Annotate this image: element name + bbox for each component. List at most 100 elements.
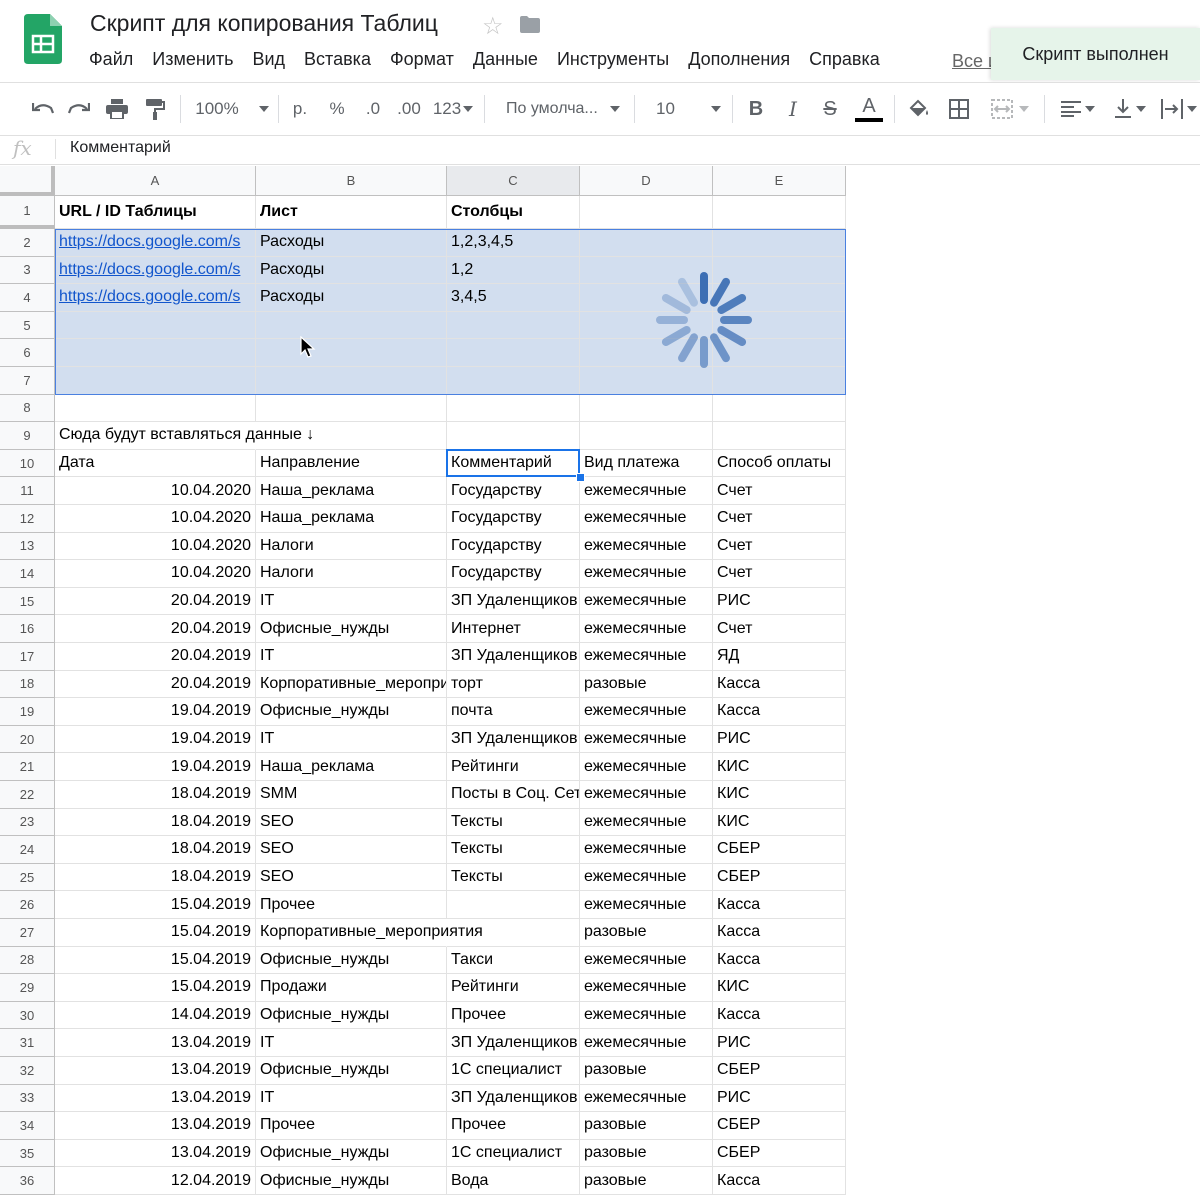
row-header[interactable]: 11 (0, 477, 55, 505)
currency-format-button[interactable]: р. (288, 83, 312, 135)
row-header[interactable]: 9 (0, 422, 55, 450)
row-header[interactable]: 36 (0, 1167, 55, 1195)
cell-d9[interactable] (580, 422, 713, 450)
cell-a13[interactable]: 10.04.2020 (55, 532, 256, 561)
cell-e16[interactable]: Счет (713, 615, 846, 643)
row-header[interactable]: 17 (0, 643, 55, 671)
cell-d1[interactable] (580, 196, 713, 229)
cell-b32[interactable]: Офисные_нужды (256, 1057, 447, 1085)
cell-a26[interactable]: 15.04.2019 (55, 891, 256, 919)
cell-a30[interactable]: 14.04.2019 (55, 1001, 256, 1030)
cell-e25[interactable]: СБЕР (713, 863, 846, 892)
cell-d29[interactable]: ежемесячные (580, 974, 713, 1002)
cell-c24[interactable]: Тексты (447, 836, 580, 864)
row-header[interactable]: 15 (0, 587, 55, 616)
cell-c19[interactable]: почта (447, 698, 580, 726)
strikethrough-button[interactable]: S (818, 83, 842, 135)
cell-e33[interactable]: РИС (713, 1084, 846, 1113)
cell-c21[interactable]: Рейтинги (447, 753, 580, 781)
font-size-select[interactable]: 10 (644, 83, 724, 135)
cell-b16[interactable]: Офисные_нужды (256, 615, 447, 643)
cell-e9[interactable] (713, 422, 846, 450)
row-header[interactable]: 16 (0, 615, 55, 643)
cell-a9[interactable]: Сюда будут вставляться данные ↓ (55, 422, 314, 450)
row-header[interactable]: 8 (0, 394, 55, 423)
column-header-d[interactable]: D (580, 166, 713, 196)
cell-e22[interactable]: КИС (713, 781, 846, 809)
row-header[interactable]: 35 (0, 1139, 55, 1168)
cell-d28[interactable]: ежемесячные (580, 946, 713, 975)
cell-b7[interactable] (256, 367, 447, 395)
vertical-align-icon[interactable] (1108, 83, 1152, 135)
cell-d19[interactable]: ежемесячные (580, 698, 713, 726)
cell-a6[interactable] (55, 339, 256, 367)
cell-a21[interactable]: 19.04.2019 (55, 753, 256, 781)
cell-b34[interactable]: Прочее (256, 1112, 447, 1140)
cell-c17[interactable]: ЗП Удаленщиков (447, 643, 580, 671)
cell-b10[interactable]: Направление (256, 449, 447, 478)
cell-c32[interactable]: 1С специалист (447, 1057, 580, 1085)
cell-a2[interactable]: https://docs.google.com/s (55, 229, 256, 257)
merge-cells-icon[interactable] (984, 83, 1036, 135)
cell-c16[interactable]: Интернет (447, 615, 580, 643)
cell-c36[interactable]: Вода (447, 1167, 580, 1195)
cell-e24[interactable]: СБЕР (713, 836, 846, 864)
row-header[interactable]: 31 (0, 1029, 55, 1057)
cell-d12[interactable]: ежемесячные (580, 505, 713, 533)
row-header[interactable]: 10 (0, 449, 55, 478)
cell-d17[interactable]: ежемесячные (580, 643, 713, 671)
row-header[interactable]: 5 (0, 311, 55, 340)
row-header[interactable]: 7 (0, 367, 55, 395)
cell-b17[interactable]: IT (256, 643, 447, 671)
cell-d34[interactable]: разовые (580, 1112, 713, 1140)
column-header-e[interactable]: E (713, 166, 846, 196)
text-color-button[interactable]: A (854, 83, 884, 135)
cell-c35[interactable]: 1С специалист (447, 1139, 580, 1168)
menu-addons[interactable]: Дополнения (688, 49, 799, 70)
cell-b13[interactable]: Налоги (256, 532, 447, 561)
cell-b21[interactable]: Наша_реклама (256, 753, 447, 781)
star-icon[interactable]: ☆ (482, 12, 504, 41)
cell-b31[interactable]: IT (256, 1029, 447, 1057)
row-header[interactable]: 18 (0, 670, 55, 699)
cell-d30[interactable]: ежемесячные (580, 1001, 713, 1030)
horizontal-align-icon[interactable] (1056, 83, 1100, 135)
cell-b3[interactable]: Расходы (256, 256, 447, 285)
row-header[interactable]: 1 (0, 196, 55, 229)
cell-a25[interactable]: 18.04.2019 (55, 863, 256, 892)
cell-b35[interactable]: Офисные_нужды (256, 1139, 447, 1168)
document-title[interactable]: Скрипт для копирования Таблиц (90, 10, 438, 37)
cell-e18[interactable]: Касса (713, 670, 846, 699)
paint-format-icon[interactable] (142, 83, 168, 135)
column-header-b[interactable]: B (256, 166, 447, 196)
cell-c3[interactable]: 1,2 (447, 256, 580, 285)
cell-b23[interactable]: SEO (256, 808, 447, 837)
cell-c22[interactable]: Посты в Соц. Сетях (447, 781, 580, 809)
cell-b25[interactable]: SEO (256, 863, 447, 892)
cell-b26[interactable]: Прочее (256, 891, 447, 919)
cell-c23[interactable]: Тексты (447, 808, 580, 837)
cell-a35[interactable]: 13.04.2019 (55, 1139, 256, 1168)
cell-d35[interactable]: разовые (580, 1139, 713, 1168)
row-header[interactable]: 30 (0, 1001, 55, 1030)
cell-d13[interactable]: ежемесячные (580, 532, 713, 561)
bold-button[interactable]: B (744, 83, 768, 135)
cell-c11[interactable]: Государству (447, 477, 580, 505)
cell-c14[interactable]: Государству (447, 560, 580, 588)
menu-edit[interactable]: Изменить (152, 49, 242, 70)
cell-e29[interactable]: КИС (713, 974, 846, 1002)
cell-d31[interactable]: ежемесячные (580, 1029, 713, 1057)
print-icon[interactable] (104, 83, 130, 135)
cell-e15[interactable]: РИС (713, 587, 846, 616)
cell-c4[interactable]: 3,4,5 (447, 284, 580, 312)
cell-b22[interactable]: SMM (256, 781, 447, 809)
cell-d24[interactable]: ежемесячные (580, 836, 713, 864)
cell-c9[interactable] (447, 422, 580, 450)
cell-e26[interactable]: Касса (713, 891, 846, 919)
cell-d14[interactable]: ежемесячные (580, 560, 713, 588)
cell-a27[interactable]: 15.04.2019 (55, 919, 256, 947)
cell-a4[interactable]: https://docs.google.com/s (55, 284, 256, 312)
cell-a19[interactable]: 19.04.2019 (55, 698, 256, 726)
menu-insert[interactable]: Вставка (304, 49, 380, 70)
row-header[interactable]: 4 (0, 284, 55, 312)
